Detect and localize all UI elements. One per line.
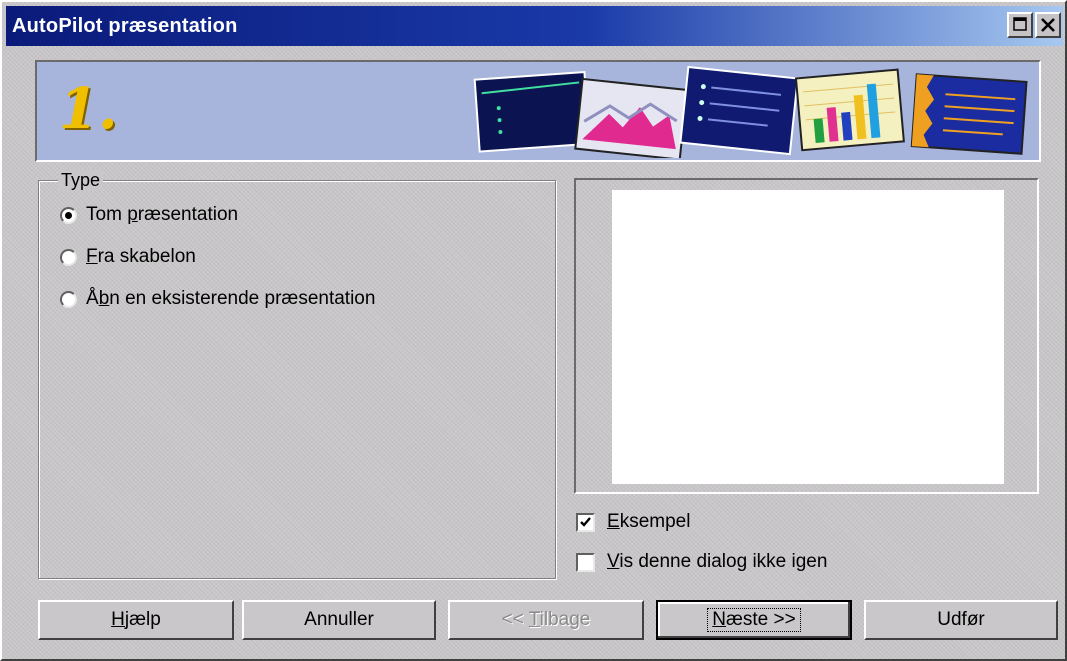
radio-label: Åbn en eksisterende præsentation xyxy=(86,288,376,309)
checkbox[interactable] xyxy=(576,552,595,572)
checkbox-label: Vis denne dialog ikke igen xyxy=(607,551,828,572)
radio-label: Tom præsentation xyxy=(86,204,239,225)
checkbox-dont-show-again[interactable]: Vis denne dialog ikke igen xyxy=(576,549,827,575)
back-button[interactable]: << Tilbage xyxy=(448,600,644,640)
cancel-button[interactable]: Annuller xyxy=(242,600,436,640)
radio-button[interactable] xyxy=(60,248,77,266)
finish-button-label: Udfør xyxy=(937,609,985,630)
type-group-label: Type xyxy=(58,170,104,191)
next-button-label: Næste >> xyxy=(707,608,801,632)
help-button-label: Hjælp xyxy=(111,609,161,630)
cancel-button-label: Annuller xyxy=(304,609,374,630)
back-button-label: << Tilbage xyxy=(501,609,591,630)
checkbox[interactable] xyxy=(576,512,595,532)
next-button[interactable]: Næste >> xyxy=(656,600,852,640)
checkmark-icon xyxy=(580,516,591,527)
close-icon[interactable] xyxy=(1035,12,1061,38)
type-groupbox xyxy=(38,180,556,579)
radio-label: Fra skabelon xyxy=(86,246,196,267)
maximize-icon[interactable] xyxy=(1007,12,1033,38)
finish-button[interactable]: Udfør xyxy=(864,600,1058,640)
window-title: AutoPilot præsentation xyxy=(12,15,238,37)
preview-area xyxy=(612,190,1004,484)
radio-empty-presentation[interactable]: Tom præsentation xyxy=(60,202,238,228)
wizard-banner: 1. xyxy=(35,60,1041,162)
radio-button[interactable] xyxy=(60,206,77,224)
checkbox-preview[interactable]: Eksempel xyxy=(576,509,690,535)
autopilot-dialog: AutoPilot præsentation 1. Type Tom præse… xyxy=(0,0,1067,661)
step-number: 1. xyxy=(59,76,118,142)
title-bar[interactable]: AutoPilot præsentation xyxy=(6,6,1063,46)
radio-from-template[interactable]: Fra skabelon xyxy=(60,244,196,270)
help-button[interactable]: Hjælp xyxy=(38,600,234,640)
radio-button[interactable] xyxy=(60,290,77,308)
radio-open-existing[interactable]: Åbn en eksisterende præsentation xyxy=(60,286,375,312)
checkbox-label: Eksempel xyxy=(607,511,691,532)
presentation-thumbnails-illustration xyxy=(473,66,1028,158)
